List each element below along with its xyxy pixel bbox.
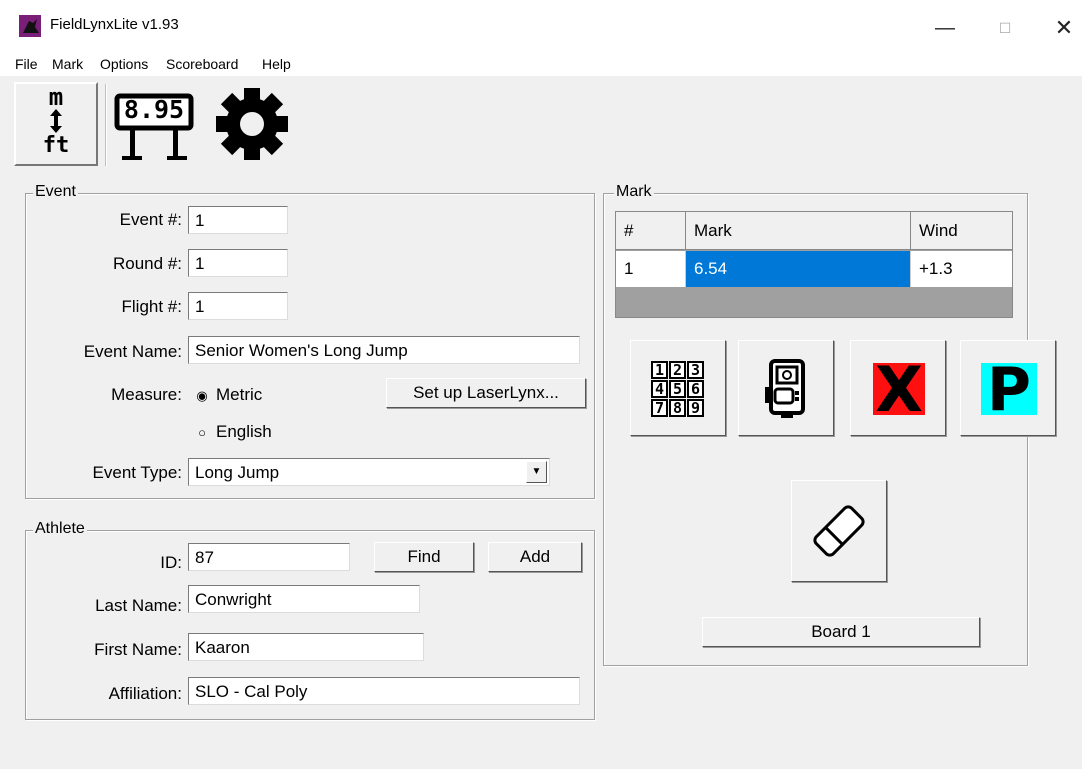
marks-table[interactable]: # Mark Wind 1 6.54 +1.3 (615, 211, 1013, 318)
radio-selected-icon: ◉ (196, 388, 208, 403)
keypad-digit: 9 (687, 399, 704, 417)
flight-number-label: Flight #: (121, 297, 182, 316)
menu-mark[interactable]: Mark (52, 56, 83, 72)
units-toggle-button[interactable]: m ft (14, 82, 98, 166)
table-cell-number[interactable]: 1 (616, 251, 686, 287)
table-cell-mark[interactable]: 6.54 (686, 251, 911, 287)
scoreboard-value: 8.95 (123, 95, 185, 124)
menu-options[interactable]: Options (100, 56, 148, 72)
event-type-value: Long Jump (195, 463, 280, 482)
foul-letter: X (873, 363, 925, 415)
up-down-arrow-icon (44, 108, 68, 134)
window-title: FieldLynxLite v1.93 (50, 16, 179, 33)
keypad-digit: 4 (651, 380, 668, 398)
last-name-label: Last Name: (95, 596, 182, 615)
measure-metric-label: Metric (216, 385, 263, 404)
menu-file[interactable]: File (15, 56, 38, 72)
keypad-button[interactable]: 1 2 3 4 5 6 7 8 9 (630, 340, 726, 436)
affiliation-input[interactable]: SLO - Cal Poly (188, 677, 580, 705)
keypad-digit: 2 (669, 361, 686, 379)
measure-english-label: English (216, 422, 272, 441)
menu-scoreboard[interactable]: Scoreboard (166, 56, 238, 72)
first-name-input[interactable]: Kaaron (188, 633, 424, 661)
first-name-label: First Name: (94, 640, 182, 659)
keypad-digit: 5 (669, 380, 686, 398)
units-feet-label: ft (42, 133, 70, 158)
pass-button[interactable]: P (960, 340, 1056, 436)
athlete-id-input[interactable]: 87 (188, 543, 350, 571)
foul-icon: X (873, 363, 925, 415)
athlete-group-label: Athlete (33, 520, 87, 538)
keypad-icon: 1 2 3 4 5 6 7 8 9 (651, 361, 705, 417)
event-number-input[interactable]: 1 (188, 206, 288, 234)
radio-unselected-icon: ○ (198, 425, 206, 440)
units-meters-label: m (48, 83, 64, 111)
maximize-button[interactable]: ☐ (985, 8, 1025, 48)
setup-laserlynx-button[interactable]: Set up LaserLynx... (386, 378, 586, 408)
keypad-digit: 7 (651, 399, 668, 417)
keypad-digit: 8 (669, 399, 686, 417)
athlete-id-label: ID: (160, 553, 182, 572)
event-name-input[interactable]: Senior Women's Long Jump (188, 336, 580, 364)
chevron-down-icon[interactable]: ▼ (526, 461, 547, 483)
measure-english-radio[interactable]: ○ English (196, 422, 272, 442)
eraser-icon (813, 505, 865, 557)
table-cell-wind[interactable]: +1.3 (911, 251, 1012, 287)
settings-button[interactable] (210, 82, 294, 166)
event-name-label: Event Name: (83, 342, 182, 361)
toolbar-divider (105, 84, 107, 166)
round-number-label: Round #: (113, 254, 182, 273)
pass-letter: P (981, 363, 1037, 415)
column-header-number[interactable]: # (616, 212, 686, 250)
laser-measure-button[interactable] (738, 340, 834, 436)
column-header-wind[interactable]: Wind (911, 212, 1012, 250)
pass-icon: P (981, 363, 1037, 415)
event-type-label: Event Type: (92, 463, 182, 482)
app-icon (19, 15, 41, 37)
menu-help[interactable]: Help (262, 56, 291, 72)
close-button[interactable]: ✕ (1044, 8, 1082, 48)
eraser-button[interactable] (791, 480, 887, 582)
measure-label: Measure: (111, 385, 182, 404)
find-button[interactable]: Find (374, 542, 474, 572)
event-type-select[interactable]: Long Jump (188, 458, 550, 486)
event-number-label: Event #: (119, 210, 182, 229)
board-button[interactable]: Board 1 (702, 617, 980, 647)
last-name-input[interactable]: Conwright (188, 585, 420, 613)
affiliation-label: Affiliation: (108, 684, 182, 703)
laser-device-icon (765, 359, 805, 418)
flight-number-input[interactable]: 1 (188, 292, 288, 320)
foul-button[interactable]: X (850, 340, 946, 436)
column-header-mark[interactable]: Mark (686, 212, 911, 250)
keypad-digit: 3 (687, 361, 704, 379)
keypad-digit: 6 (687, 380, 704, 398)
gear-icon (216, 88, 288, 160)
minimize-button[interactable]: — (925, 8, 965, 48)
round-number-input[interactable]: 1 (188, 249, 288, 277)
menu-bar (0, 52, 1082, 76)
mark-group-label: Mark (614, 183, 654, 201)
measure-metric-radio[interactable]: ◉ Metric (196, 385, 262, 405)
scoreboard-button[interactable]: 8.95 (112, 82, 196, 166)
event-group-label: Event (33, 183, 78, 201)
add-button[interactable]: Add (488, 542, 582, 572)
keypad-digit: 1 (651, 361, 668, 379)
